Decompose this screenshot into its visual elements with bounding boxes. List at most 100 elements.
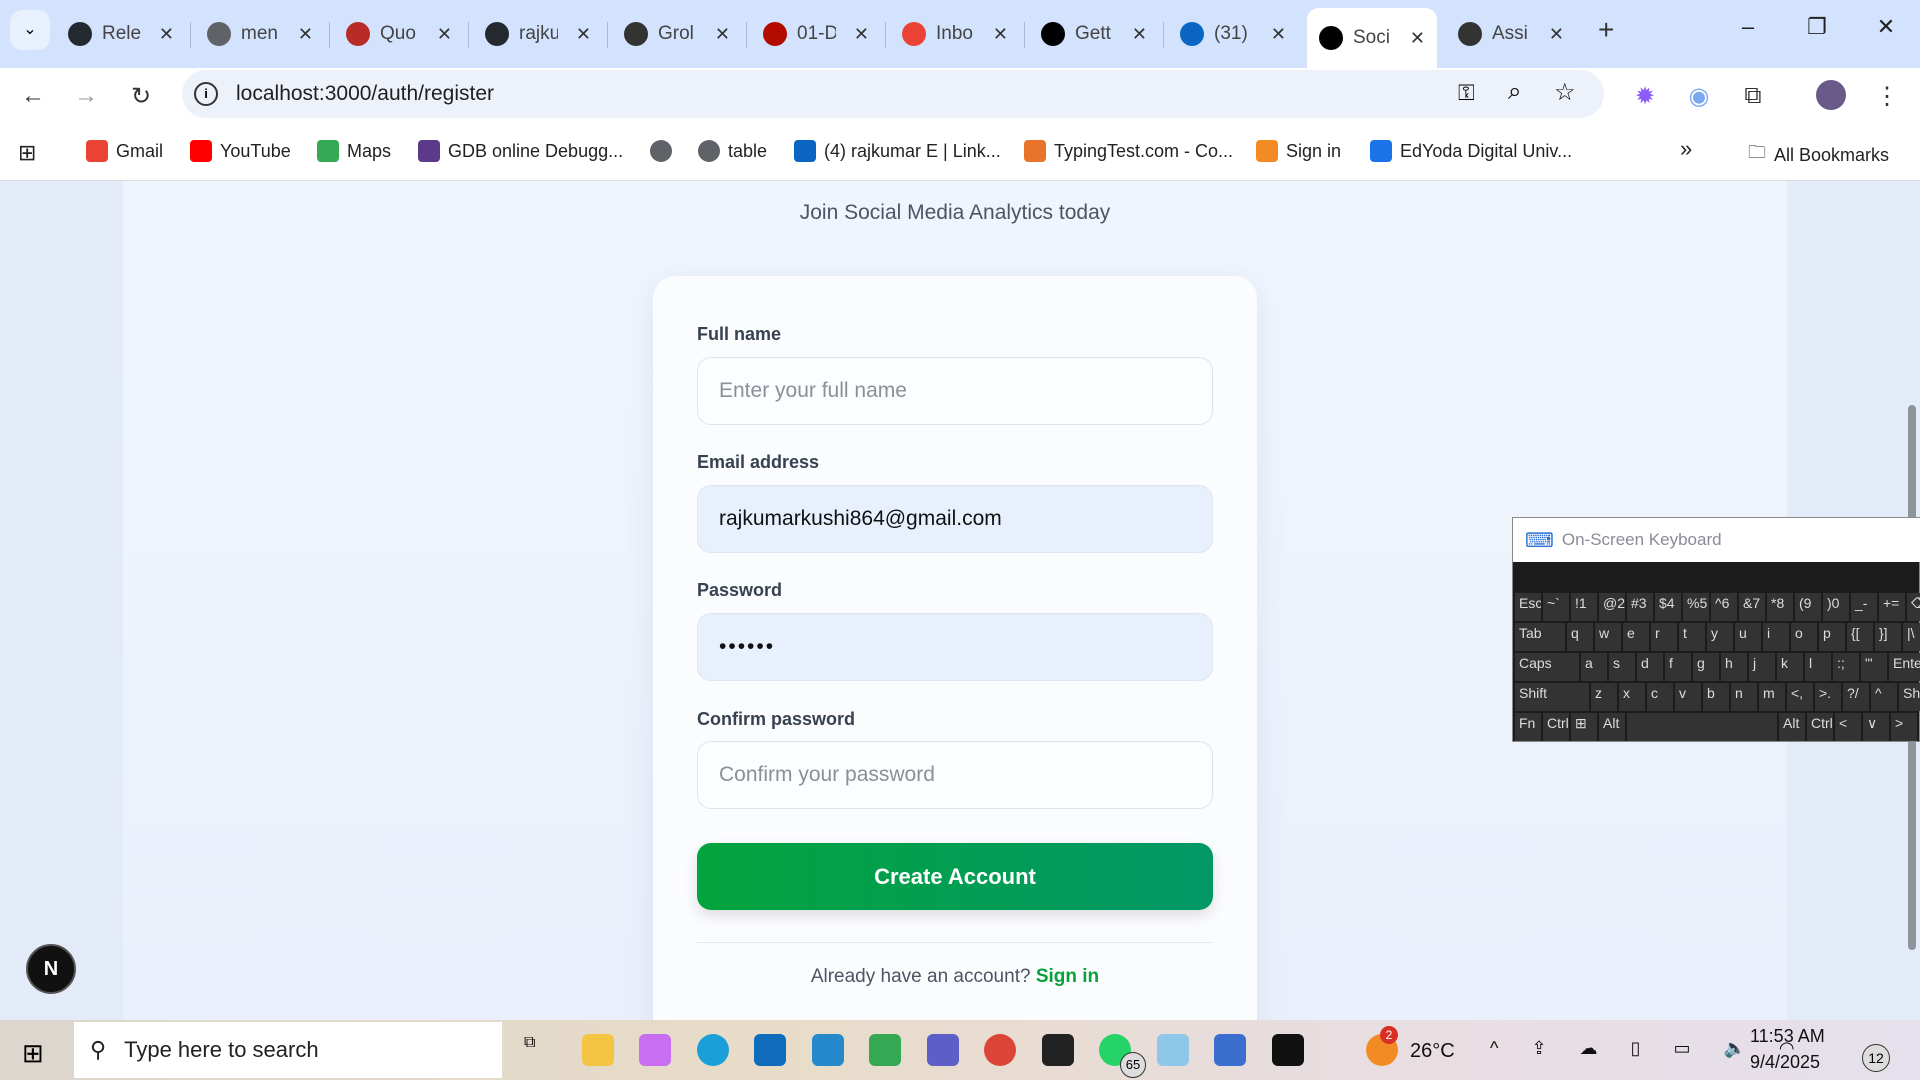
osk-key[interactable]: )0 bbox=[1823, 593, 1849, 621]
osk-key[interactable]: ^6 bbox=[1711, 593, 1737, 621]
osk-key[interactable]: (9 bbox=[1795, 593, 1821, 621]
extensions-icon[interactable]: ⧉ bbox=[1738, 82, 1768, 110]
profile-avatar[interactable] bbox=[1816, 80, 1846, 110]
sign-in-link[interactable]: Sign in bbox=[1036, 966, 1099, 987]
osk-key[interactable]: $4 bbox=[1655, 593, 1681, 621]
tab-8[interactable]: (31) ✕ bbox=[1168, 8, 1298, 60]
bookmark-0[interactable]: Gmail bbox=[86, 140, 163, 162]
app-icon[interactable] bbox=[1271, 1034, 1304, 1066]
tab-6[interactable]: Inbo ✕ bbox=[890, 8, 1020, 60]
osk-key[interactable]: @2 bbox=[1599, 593, 1625, 621]
osk-key[interactable]: d bbox=[1637, 653, 1663, 681]
tab-9[interactable]: Soci ✕ bbox=[1307, 8, 1437, 68]
clock-date[interactable]: 9/4/2025 bbox=[1750, 1052, 1820, 1073]
osk-key[interactable]: b bbox=[1703, 683, 1729, 711]
osk-key[interactable]: &7 bbox=[1739, 593, 1765, 621]
close-tab-icon[interactable]: ✕ bbox=[1549, 24, 1564, 45]
osk-key[interactable]: h bbox=[1721, 653, 1747, 681]
osk-key[interactable]: f bbox=[1665, 653, 1691, 681]
osk-key[interactable]: ⊞ bbox=[1571, 713, 1597, 741]
start-button[interactable]: ⊞ bbox=[22, 1038, 44, 1069]
osk-key[interactable]: x bbox=[1619, 683, 1645, 711]
temperature[interactable]: 26°C bbox=[1410, 1040, 1455, 1063]
reload-icon[interactable]: ↻ bbox=[126, 82, 156, 111]
osk-key[interactable]: y bbox=[1707, 623, 1733, 651]
osk-key[interactable]: !1 bbox=[1571, 593, 1597, 621]
osk-key[interactable]: += bbox=[1879, 593, 1905, 621]
tab-search-button[interactable]: ⌄ bbox=[10, 10, 50, 50]
osk-key[interactable]: *8 bbox=[1767, 593, 1793, 621]
osk-key[interactable]: w bbox=[1595, 623, 1621, 651]
close-tab-icon[interactable]: ✕ bbox=[437, 24, 452, 45]
osk-key[interactable]: p bbox=[1819, 623, 1845, 651]
nextjs-dev-badge[interactable]: N bbox=[26, 944, 76, 994]
new-tab-button[interactable]: + bbox=[1598, 14, 1614, 46]
osk-key[interactable]: "' bbox=[1861, 653, 1887, 681]
close-tab-icon[interactable]: ✕ bbox=[159, 24, 174, 45]
meet-icon[interactable] bbox=[869, 1034, 901, 1066]
bookmark-7[interactable]: TypingTest.com - Co... bbox=[1024, 140, 1233, 162]
osk-key[interactable]: ~` bbox=[1543, 593, 1569, 621]
email-input[interactable] bbox=[697, 485, 1213, 553]
all-bookmarks[interactable]: 🗀 All Bookmarks bbox=[1748, 140, 1889, 170]
close-tab-icon[interactable]: ✕ bbox=[854, 24, 869, 45]
osk-key[interactable]: ^ bbox=[1871, 683, 1897, 711]
address-bar[interactable]: i localhost:3000/auth/register ⚿ ⌕ ☆ bbox=[182, 70, 1604, 118]
clock-time[interactable]: 11:53 AM bbox=[1750, 1026, 1825, 1047]
osk-key[interactable]: > bbox=[1891, 713, 1917, 741]
osk-titlebar[interactable]: ⌨ On-Screen Keyboard bbox=[1513, 518, 1920, 562]
osk-key[interactable]: u bbox=[1735, 623, 1761, 651]
osk-key[interactable]: s bbox=[1609, 653, 1635, 681]
osk-key[interactable]: < bbox=[1835, 713, 1861, 741]
file-explorer-icon[interactable] bbox=[581, 1034, 614, 1066]
site-info-icon[interactable]: i bbox=[194, 82, 218, 106]
vscode-icon[interactable] bbox=[811, 1034, 844, 1066]
tab-1[interactable]: men ✕ bbox=[195, 8, 325, 60]
osk-key[interactable]: {[ bbox=[1847, 623, 1873, 651]
osk-key[interactable]: Enter bbox=[1889, 653, 1920, 681]
back-icon[interactable]: ← bbox=[18, 82, 48, 110]
close-tab-icon[interactable]: ✕ bbox=[298, 24, 313, 45]
bookmark-5[interactable]: table bbox=[698, 140, 767, 162]
bookmark-1[interactable]: YouTube bbox=[190, 140, 291, 162]
full-name-input[interactable] bbox=[697, 357, 1213, 425]
osk-key[interactable]: z bbox=[1591, 683, 1617, 711]
osk-key[interactable]: e bbox=[1623, 623, 1649, 651]
osk-key[interactable]: m bbox=[1759, 683, 1785, 711]
teams-icon[interactable] bbox=[926, 1034, 959, 1066]
tab-3[interactable]: rajku ✕ bbox=[473, 8, 603, 60]
outlook-icon[interactable] bbox=[754, 1034, 786, 1066]
password-input[interactable] bbox=[697, 613, 1213, 681]
copilot-icon[interactable] bbox=[639, 1034, 671, 1066]
close-tab-icon[interactable]: ✕ bbox=[715, 24, 730, 45]
osk-key[interactable]: j bbox=[1749, 653, 1775, 681]
task-view-icon[interactable]: ⧉ bbox=[524, 1034, 556, 1066]
bookmark-2[interactable]: Maps bbox=[317, 140, 391, 162]
bookmark-star-icon[interactable]: ☆ bbox=[1554, 78, 1576, 107]
apps-grid-icon[interactable]: ⊞ bbox=[18, 140, 36, 166]
osk-key[interactable]: Shi bbox=[1899, 683, 1920, 711]
tab-4[interactable]: Grol ✕ bbox=[612, 8, 742, 60]
osk-key[interactable]: Alt bbox=[1599, 713, 1625, 741]
extension-lens-icon[interactable]: ◉ bbox=[1684, 82, 1714, 111]
notepad-icon[interactable] bbox=[1156, 1034, 1189, 1066]
osk-key[interactable]: r bbox=[1651, 623, 1677, 651]
osk-key[interactable]: Shift bbox=[1515, 683, 1589, 711]
bookmark-4[interactable] bbox=[650, 140, 680, 162]
url-text[interactable]: localhost:3000/auth/register bbox=[236, 82, 494, 106]
minimize-button[interactable]: – bbox=[1728, 14, 1768, 40]
taskbar-search[interactable]: ⚲ Type here to search bbox=[74, 1022, 502, 1078]
osk-key[interactable]: a bbox=[1581, 653, 1607, 681]
osk-key[interactable]: c bbox=[1647, 683, 1673, 711]
osk-key[interactable]: q bbox=[1567, 623, 1593, 651]
osk-key[interactable]: %5 bbox=[1683, 593, 1709, 621]
confirm-password-input[interactable] bbox=[697, 741, 1213, 809]
forward-icon[interactable]: → bbox=[71, 82, 101, 110]
osk-key[interactable]: Ctrl bbox=[1543, 713, 1569, 741]
bookmark-8[interactable]: Sign in bbox=[1256, 140, 1341, 162]
osk-key[interactable]: v bbox=[1675, 683, 1701, 711]
bookmark-6[interactable]: (4) rajkumar E | Link... bbox=[794, 140, 1001, 162]
edge-icon[interactable] bbox=[696, 1034, 729, 1066]
close-window-button[interactable]: ✕ bbox=[1866, 14, 1906, 40]
osk-key[interactable]: ⌫ bbox=[1907, 593, 1920, 621]
